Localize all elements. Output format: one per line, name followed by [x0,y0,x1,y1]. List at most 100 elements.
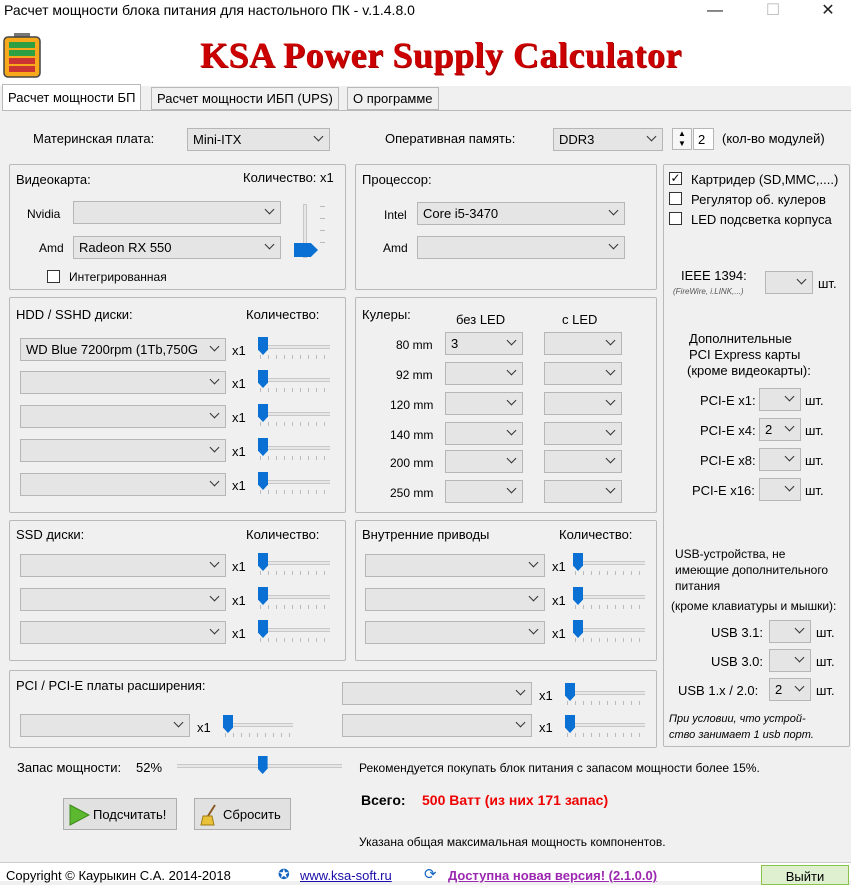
hdd-mult: x1 [232,343,246,358]
motherboard-select[interactable]: Mini-ITX [187,128,330,151]
hdd-select[interactable] [20,473,226,496]
reserve-label: Запас мощности: [17,760,122,775]
cooler-noled-select[interactable]: 3 [445,332,523,355]
cooler-noled-select[interactable] [445,450,523,473]
led-case-checkbox[interactable] [669,212,682,225]
fan-controller-checkbox[interactable] [669,192,682,205]
cooler-size-label: 140 mm [390,428,434,442]
hdd-mult: x1 [232,478,246,493]
amd-gpu-select[interactable]: Radeon RX 550 [73,236,281,259]
pci-select[interactable] [20,714,190,737]
pci-qty-slider-track[interactable] [567,691,645,695]
ssd-qty-slider-track[interactable] [260,628,330,632]
amd-cpu-select[interactable] [417,236,625,259]
drive-qty-slider-ticks [575,605,645,609]
usb30-select[interactable] [769,649,811,672]
hdd-select[interactable] [20,371,226,394]
drive-select[interactable] [365,554,545,577]
chevron-down-icon [516,687,526,697]
cooler-led-select[interactable] [544,422,622,445]
tab-about[interactable]: О программе [347,87,439,110]
intel-cpu-select[interactable]: Core i5-3470 [417,202,625,225]
drives-title: Внутренние приводы [362,527,490,542]
chevron-down-icon [507,367,517,377]
cooler-noled-select[interactable] [445,392,523,415]
usb31-unit: шт. [816,625,835,640]
pcie-x16-select[interactable] [759,478,801,501]
tab-psu[interactable]: Расчет мощности БП [2,84,142,111]
hdd-qty-slider-track[interactable] [260,480,330,484]
hdd-select[interactable] [20,405,226,428]
cooler-led-select[interactable] [544,332,622,355]
calculate-button[interactable]: Подсчитать! [63,798,177,830]
gpu-slider-ticks [320,206,325,254]
ssd-qty-slider-track[interactable] [260,595,330,599]
amd-cpu-label: Amd [383,241,408,255]
drives-qty-label: Количество: [559,527,633,542]
title-bar: Расчет мощности блока питания для настол… [0,0,851,24]
cooler-led-select[interactable] [544,450,622,473]
hdd-qty-slider-track[interactable] [260,446,330,450]
cooler-led-select[interactable] [544,392,622,415]
cpu-title: Процессор: [362,172,432,187]
ieee-select[interactable] [765,271,813,294]
chevron-down-icon [795,625,805,635]
ram-count-field[interactable]: 2 [693,128,714,150]
tab-ups[interactable]: Расчет мощности ИБП (UPS) [151,87,339,110]
drive-qty-slider-track[interactable] [575,628,645,632]
hdd-mult: x1 [232,376,246,391]
pcie-x4-unit: шт. [805,423,824,438]
drive-select[interactable] [365,588,545,611]
hdd-mult: x1 [232,444,246,459]
reset-button[interactable]: Сбросить [194,798,291,830]
refresh-icon: ⟳ [424,866,437,883]
nvidia-label: Nvidia [27,207,61,221]
nvidia-gpu-select[interactable] [73,201,281,224]
pcie-x8-unit: шт. [805,453,824,468]
pcie-x1-select[interactable] [759,388,801,411]
cooler-size-label: 200 mm [390,456,434,470]
hdd-qty-slider-track[interactable] [260,412,330,416]
cooler-size-label: 80 mm [396,338,433,352]
usb2-select[interactable]: 2 [769,678,811,701]
ssd-qty-label: Количество: [246,527,320,542]
exit-button[interactable]: Выйти [761,865,849,885]
close-button[interactable]: ✕ [805,0,851,24]
ssd-select[interactable] [20,588,226,611]
minimize-button[interactable]: — [692,0,738,24]
hdd-qty-slider-track[interactable] [260,378,330,382]
hdd-select[interactable] [20,439,226,462]
usb31-select[interactable] [769,620,811,643]
cooler-led-select[interactable] [544,362,622,385]
usb30-label: USB 3.0: [711,654,764,669]
ssd-select[interactable] [20,554,226,577]
pcie-title-3: (кроме видеокарты): [687,363,811,378]
cooler-noled-select[interactable] [445,480,523,503]
drive-select[interactable] [365,621,545,644]
cooler-led-select[interactable] [544,480,622,503]
ram-count-spinner[interactable]: ▲ ▼ [672,128,692,150]
ieee-label: IEEE 1394: [681,268,747,283]
chevron-down-icon [606,367,616,377]
status-bar: Copyright © Каурыкин С.А. 2014-2018 ✪ ww… [0,862,851,885]
pci-qty-slider-track[interactable] [225,723,293,727]
pci-select[interactable] [342,682,532,705]
pcie-x4-select[interactable]: 2 [759,418,801,441]
ssd-select[interactable] [20,621,226,644]
cooler-noled-select[interactable] [445,422,523,445]
ram-type-select[interactable]: DDR3 [553,128,663,151]
maximize-button[interactable]: ☐ [750,0,796,24]
reserve-value: 52% [136,760,163,775]
cardreader-checkbox[interactable]: ✓ [669,172,682,185]
pci-select[interactable] [342,714,532,737]
drive-qty-slider-track[interactable] [575,595,645,599]
hdd-qty-slider-ticks [260,490,330,494]
ssd-qty-slider-track[interactable] [260,561,330,565]
drive-qty-slider-track[interactable] [575,561,645,565]
hdd-select[interactable]: WD Blue 7200rpm (1Tb,750G [20,338,226,361]
cooler-noled-select[interactable] [445,362,523,385]
pci-qty-slider-track[interactable] [567,723,645,727]
integrated-gpu-checkbox[interactable] [47,270,60,283]
hdd-qty-slider-track[interactable] [260,345,330,349]
pcie-x8-select[interactable] [759,448,801,471]
